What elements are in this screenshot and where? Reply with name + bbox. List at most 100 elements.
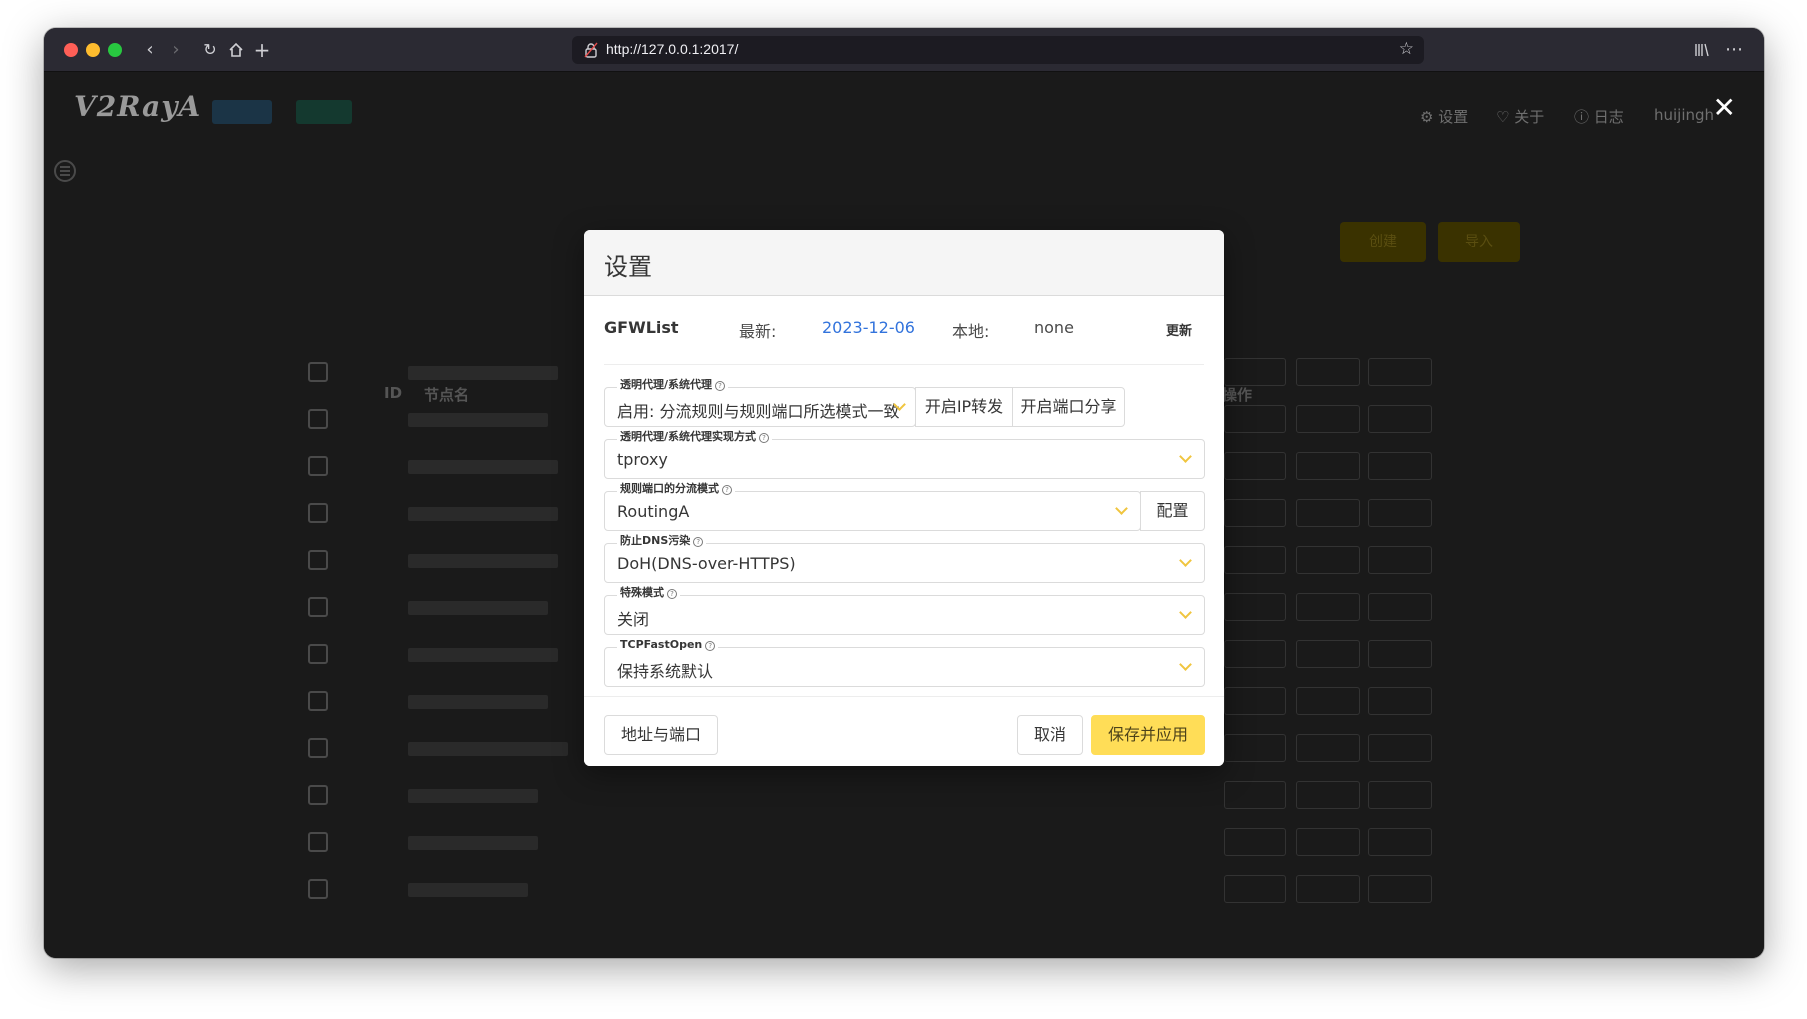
special-mode-label: 特殊模式? — [617, 586, 680, 600]
close-window-button[interactable] — [64, 43, 78, 57]
browser-window: ‹ › ↻ + http://127.0.0.1:2017/ ☆ ⋯ V2Ray… — [44, 28, 1764, 958]
lock-icon — [584, 42, 598, 58]
row-action-placeholder — [1296, 875, 1360, 903]
special-mode-value: 关闭 — [617, 610, 650, 629]
special-mode-select[interactable]: 特殊模式? 关闭 — [604, 586, 1205, 635]
nav-user[interactable]: huijingh — [1654, 106, 1714, 124]
row-checkbox — [308, 785, 328, 805]
bookmark-star-icon[interactable]: ☆ — [1399, 39, 1414, 59]
row-checkbox — [308, 503, 328, 523]
row-action-placeholder — [1296, 734, 1360, 762]
heart-icon: ♡ — [1496, 108, 1510, 126]
gfwlist-latest-label: 最新: — [739, 322, 777, 341]
close-icon[interactable]: ✕ — [1713, 94, 1736, 122]
status-pill-a — [212, 100, 272, 124]
gfwlist-label: GFWList — [604, 318, 679, 337]
row-action-placeholder — [1224, 734, 1286, 762]
row-action-placeholder — [1224, 405, 1286, 433]
nav-about[interactable]: ♡ 关于 — [1496, 106, 1544, 127]
row-action-placeholder — [1368, 781, 1432, 809]
transparent-proxy-value: 启用: 分流规则与规则端口所选模式一致 — [617, 402, 900, 421]
help-icon[interactable]: ? — [759, 433, 770, 443]
row-placeholder — [408, 648, 558, 662]
tcp-fast-open-select[interactable]: TCPFastOpen? 保持系统默认 — [604, 638, 1205, 687]
url-bar[interactable]: http://127.0.0.1:2017/ ☆ — [572, 36, 1424, 64]
row-action-placeholder — [1296, 546, 1360, 574]
row-action-placeholder — [1368, 593, 1432, 621]
row-action-placeholder — [1296, 593, 1360, 621]
nav-settings[interactable]: ⚙ 设置 — [1420, 106, 1468, 127]
proxy-method-value: tproxy — [617, 450, 668, 469]
more-icon[interactable]: ⋯ — [1722, 38, 1746, 62]
row-action-placeholder — [1296, 405, 1360, 433]
row-checkbox — [308, 456, 328, 476]
row-placeholder — [408, 554, 558, 568]
maximize-window-button[interactable] — [108, 43, 122, 57]
transparent-proxy-select[interactable]: 透明代理/系统代理? 启用: 分流规则与规则端口所选模式一致 — [604, 378, 916, 427]
row-action-placeholder — [1368, 546, 1432, 574]
library-icon[interactable] — [1690, 38, 1714, 62]
row-action-placeholder — [1224, 358, 1286, 386]
menu-icon[interactable] — [54, 160, 76, 182]
address-port-button[interactable]: 地址与端口 — [604, 715, 718, 755]
row-action-placeholder — [1224, 499, 1286, 527]
gfwlist-latest-link[interactable]: 2023-12-06 — [822, 318, 915, 337]
row-action-placeholder — [1296, 687, 1360, 715]
row-placeholder — [408, 883, 528, 897]
help-icon[interactable]: ? — [705, 641, 716, 651]
proxy-method-select[interactable]: 透明代理/系统代理实现方式? tproxy — [604, 430, 1205, 479]
help-icon[interactable]: ? — [693, 537, 704, 547]
dns-select[interactable]: 防止DNS污染? DoH(DNS-over-HTTPS) — [604, 534, 1205, 583]
table-row — [308, 773, 1548, 819]
routing-mode-select[interactable]: 规则端口的分流模式? RoutingA — [604, 482, 1141, 531]
gfwlist-local-label: 本地: — [952, 322, 990, 341]
row-action-placeholder — [1368, 452, 1432, 480]
help-icon[interactable]: ? — [722, 485, 732, 495]
chevron-down-icon — [1179, 606, 1192, 619]
row-checkbox — [308, 879, 328, 899]
row-placeholder — [408, 695, 548, 709]
proxy-method-label: 透明代理/系统代理实现方式? — [617, 430, 773, 444]
row-action-placeholder — [1368, 640, 1432, 668]
row-action-placeholder — [1296, 452, 1360, 480]
transparent-proxy-label: 透明代理/系统代理? — [617, 378, 729, 392]
tcp-fast-open-label: TCPFastOpen? — [617, 638, 719, 652]
reload-icon[interactable]: ↻ — [198, 38, 222, 62]
row-action-placeholder — [1224, 593, 1286, 621]
help-icon[interactable]: ? — [715, 381, 726, 391]
cancel-button[interactable]: 取消 — [1017, 715, 1083, 755]
nav-log[interactable]: ⓘ 日志 — [1574, 106, 1624, 127]
forward-icon[interactable]: › — [164, 38, 188, 62]
modal-header: 设置 — [584, 230, 1224, 296]
chevron-down-icon — [1179, 658, 1192, 671]
chevron-down-icon — [1179, 554, 1192, 567]
row-action-placeholder — [1224, 546, 1286, 574]
home-icon[interactable] — [224, 38, 248, 62]
tcp-fast-open-value: 保持系统默认 — [617, 662, 714, 681]
row-action-placeholder — [1224, 452, 1286, 480]
create-button: 创建 — [1340, 222, 1426, 262]
row-action-placeholder — [1224, 687, 1286, 715]
row-checkbox — [308, 409, 328, 429]
back-icon[interactable]: ‹ — [138, 38, 162, 62]
row-action-placeholder — [1224, 640, 1286, 668]
help-icon[interactable]: ? — [667, 589, 677, 599]
row-placeholder — [408, 413, 548, 427]
browser-toolbar: ‹ › ↻ + http://127.0.0.1:2017/ ☆ ⋯ — [44, 28, 1764, 72]
new-tab-icon[interactable]: + — [250, 38, 274, 62]
save-apply-button[interactable]: 保存并应用 — [1091, 715, 1205, 755]
row-checkbox — [308, 644, 328, 664]
chevron-down-icon — [1115, 502, 1128, 515]
row-action-placeholder — [1368, 828, 1432, 856]
row-action-placeholder — [1368, 358, 1432, 386]
row-placeholder — [408, 742, 568, 756]
ip-forward-button[interactable]: 开启IP转发 — [915, 387, 1013, 427]
routing-mode-label: 规则端口的分流模式? — [617, 482, 735, 496]
minimize-window-button[interactable] — [86, 43, 100, 57]
row-action-placeholder — [1368, 875, 1432, 903]
row-checkbox — [308, 738, 328, 758]
port-share-button[interactable]: 开启端口分享 — [1012, 387, 1125, 427]
routing-config-button[interactable]: 配置 — [1140, 491, 1205, 531]
gfwlist-update-button[interactable]: 更新 — [1166, 320, 1192, 339]
row-placeholder — [408, 460, 558, 474]
